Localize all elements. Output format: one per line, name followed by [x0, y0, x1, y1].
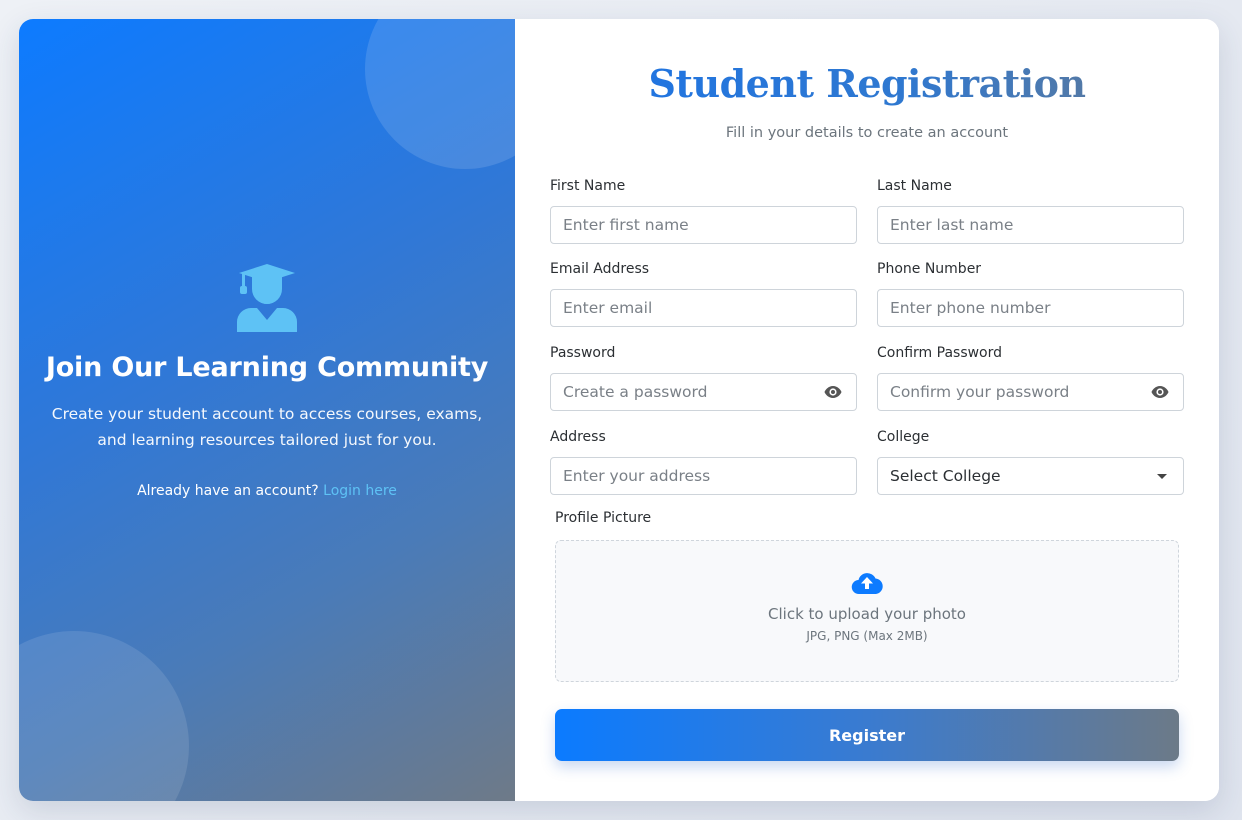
- phone-input[interactable]: Enter phone number: [877, 289, 1184, 327]
- login-prompt-line: Already have an account? Login here: [19, 483, 515, 499]
- college-group: College Select College: [877, 427, 1184, 495]
- welcome-title: Join Our Learning Community: [45, 352, 489, 383]
- upload-hint: JPG, PNG (Max 2MB): [806, 629, 928, 643]
- cloud-upload-icon: [851, 573, 883, 595]
- registration-form: Student Registration Fill in your detail…: [515, 19, 1219, 801]
- eye-icon[interactable]: [1151, 385, 1169, 399]
- decorative-circle: [365, 19, 515, 169]
- email-label: Email Address: [550, 261, 650, 277]
- register-button[interactable]: Register: [555, 709, 1179, 761]
- confirm-password-placeholder: Confirm your password: [890, 383, 1070, 401]
- login-link[interactable]: Login here: [323, 483, 397, 499]
- login-prompt: Already have an account?: [137, 483, 319, 499]
- last-name-input[interactable]: Enter last name: [877, 206, 1184, 244]
- registration-card: Join Our Learning Community Create your …: [19, 19, 1219, 801]
- last-name-group: Last Name Enter last name: [877, 176, 1184, 244]
- eye-icon[interactable]: [824, 385, 842, 399]
- email-group: Email Address Enter email: [550, 259, 857, 327]
- first-name-input[interactable]: Enter first name: [550, 206, 857, 244]
- email-input[interactable]: Enter email: [550, 289, 857, 327]
- college-select[interactable]: Select College: [877, 457, 1184, 495]
- college-selected: Select College: [890, 467, 1001, 485]
- address-placeholder: Enter your address: [563, 467, 711, 485]
- welcome-panel: Join Our Learning Community Create your …: [19, 19, 515, 801]
- upload-text: Click to upload your photo: [768, 605, 966, 623]
- email-placeholder: Enter email: [563, 299, 653, 317]
- confirm-password-input[interactable]: Confirm your password: [877, 373, 1184, 411]
- confirm-password-label: Confirm Password: [877, 345, 1003, 361]
- graduate-student-icon: [237, 264, 297, 332]
- password-group: Password Create a password: [550, 343, 857, 411]
- welcome-subtitle: Create your student account to access co…: [51, 405, 483, 449]
- confirm-password-group: Confirm Password Confirm your password: [877, 343, 1184, 411]
- first-name-label: First Name: [550, 178, 626, 194]
- welcome-content: Join Our Learning Community Create your …: [19, 264, 515, 499]
- first-name-placeholder: Enter first name: [563, 216, 689, 234]
- profile-picture-dropzone[interactable]: Click to upload your photo JPG, PNG (Max…: [555, 540, 1179, 682]
- last-name-label: Last Name: [877, 178, 952, 194]
- college-label: College: [877, 429, 930, 445]
- profile-picture-label: Profile Picture: [555, 510, 652, 526]
- decorative-circle: [19, 631, 189, 801]
- first-name-group: First Name Enter first name: [550, 176, 857, 244]
- address-group: Address Enter your address: [550, 427, 857, 495]
- password-label: Password: [550, 345, 616, 361]
- address-label: Address: [550, 429, 606, 445]
- form-title: Student Registration: [515, 61, 1219, 106]
- phone-group: Phone Number Enter phone number: [877, 259, 1184, 327]
- password-input[interactable]: Create a password: [550, 373, 857, 411]
- address-input[interactable]: Enter your address: [550, 457, 857, 495]
- password-placeholder: Create a password: [563, 383, 708, 401]
- phone-placeholder: Enter phone number: [890, 299, 1051, 317]
- phone-label: Phone Number: [877, 261, 982, 277]
- form-subtitle: Fill in your details to create an accoun…: [725, 125, 1009, 141]
- chevron-down-icon: [1157, 474, 1167, 479]
- last-name-placeholder: Enter last name: [890, 216, 1014, 234]
